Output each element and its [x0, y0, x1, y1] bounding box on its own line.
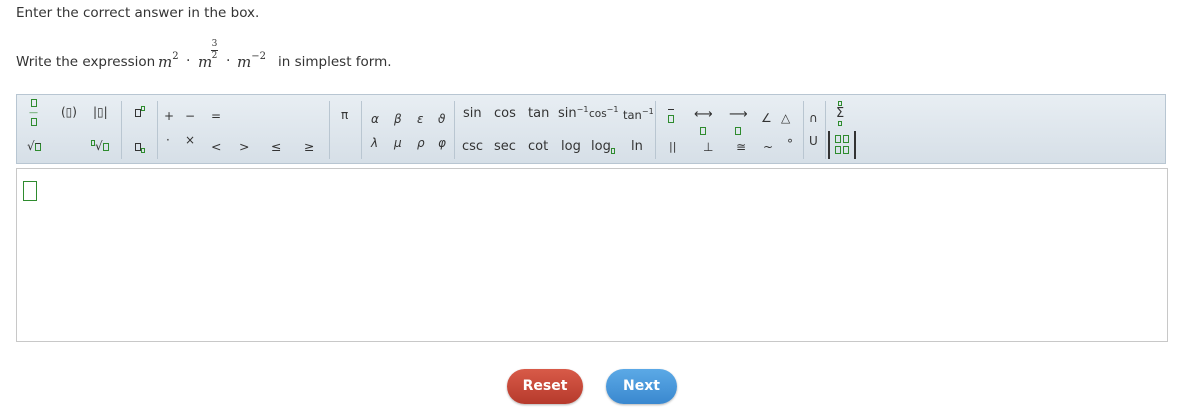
arcsin-button[interactable]: sin−1: [558, 105, 588, 121]
less-than-button[interactable]: <: [211, 139, 221, 154]
congruent-button[interactable]: ≅: [736, 140, 746, 154]
nth-root-button[interactable]: √: [91, 139, 109, 153]
toolbar-separator: [825, 101, 826, 159]
union-button[interactable]: U: [809, 134, 818, 148]
next-button[interactable]: Next: [606, 369, 677, 404]
ln-button[interactable]: ln: [631, 139, 643, 154]
answer-input-area[interactable]: [16, 168, 1168, 342]
parentheses-button[interactable]: (▯): [61, 105, 77, 119]
epsilon-button[interactable]: ε: [417, 112, 424, 126]
tan-button[interactable]: tan: [528, 106, 549, 121]
fraction-button[interactable]: —: [29, 99, 38, 127]
line-button[interactable]: ⟷: [694, 107, 713, 137]
math-term-3: m−2: [237, 51, 266, 71]
reset-button[interactable]: Reset: [507, 369, 583, 404]
arccos-button[interactable]: cos−1: [589, 105, 618, 120]
less-equal-button[interactable]: ≤: [271, 139, 281, 154]
similar-button[interactable]: ~: [763, 140, 773, 154]
cos-button[interactable]: cos: [494, 106, 516, 121]
minus-button[interactable]: −: [185, 109, 195, 123]
subscript-button[interactable]: [135, 139, 145, 153]
ray-button[interactable]: ⟶: [729, 107, 748, 137]
triangle-button[interactable]: △: [781, 111, 790, 125]
toolbar-separator: [361, 101, 362, 159]
phi-button[interactable]: φ: [438, 136, 446, 150]
pi-button[interactable]: π: [341, 108, 348, 122]
toolbar-separator: [329, 101, 330, 159]
matrix-button[interactable]: [828, 131, 856, 159]
absolute-value-button[interactable]: |▯|: [93, 105, 108, 119]
rho-button[interactable]: ρ: [417, 136, 425, 150]
mu-button[interactable]: μ: [394, 136, 402, 150]
degree-button[interactable]: °: [787, 137, 793, 151]
toolbar-separator: [655, 101, 656, 159]
instruction-text: Enter the correct answer in the box.: [16, 5, 260, 21]
plus-button[interactable]: +: [164, 109, 174, 123]
dot-2: ·: [226, 53, 231, 69]
times-button[interactable]: ×: [185, 133, 195, 147]
math-term-2-exponent: 3 2: [211, 39, 218, 61]
square-root-button[interactable]: √: [27, 139, 41, 153]
perpendicular-button[interactable]: ⊥: [703, 140, 713, 154]
parallel-button[interactable]: ||: [669, 140, 676, 153]
log-button[interactable]: log: [561, 139, 581, 154]
math-term-1: m2: [158, 51, 179, 71]
toolbar-separator: [803, 101, 804, 159]
toolbar-separator: [454, 101, 455, 159]
csc-button[interactable]: csc: [462, 139, 483, 154]
greater-than-button[interactable]: >: [239, 139, 249, 154]
question-prefix: Write the expression: [16, 54, 156, 70]
toolbar-separator: [157, 101, 158, 159]
arctan-button[interactable]: tan−1: [623, 107, 654, 122]
toolbar-separator: [121, 101, 122, 159]
alpha-button[interactable]: α: [371, 112, 379, 126]
dot-1: ·: [186, 53, 191, 69]
intersection-button[interactable]: ∩: [809, 111, 818, 125]
superscript-button[interactable]: [135, 105, 145, 119]
dot-operator-button[interactable]: ·: [166, 133, 170, 147]
sin-button[interactable]: sin: [463, 106, 482, 121]
lambda-button[interactable]: λ: [371, 136, 378, 150]
sec-button[interactable]: sec: [494, 139, 516, 154]
greater-equal-button[interactable]: ≥: [304, 139, 314, 154]
equals-button[interactable]: =: [211, 109, 221, 123]
overline-button[interactable]: [668, 109, 674, 125]
question-suffix: in simplest form.: [278, 54, 392, 70]
angle-button[interactable]: ∠: [761, 111, 772, 125]
theta-button[interactable]: ϑ: [438, 112, 445, 126]
beta-button[interactable]: β: [394, 112, 402, 126]
cot-button[interactable]: cot: [528, 139, 548, 154]
log-base-button[interactable]: log: [591, 139, 615, 154]
summation-button[interactable]: Σ: [836, 99, 844, 129]
input-placeholder-box[interactable]: [23, 181, 37, 201]
math-toolbar: — (▯) |▯| √ √ + − = · × < > ≤ ≥ π α β ε …: [16, 94, 1166, 164]
